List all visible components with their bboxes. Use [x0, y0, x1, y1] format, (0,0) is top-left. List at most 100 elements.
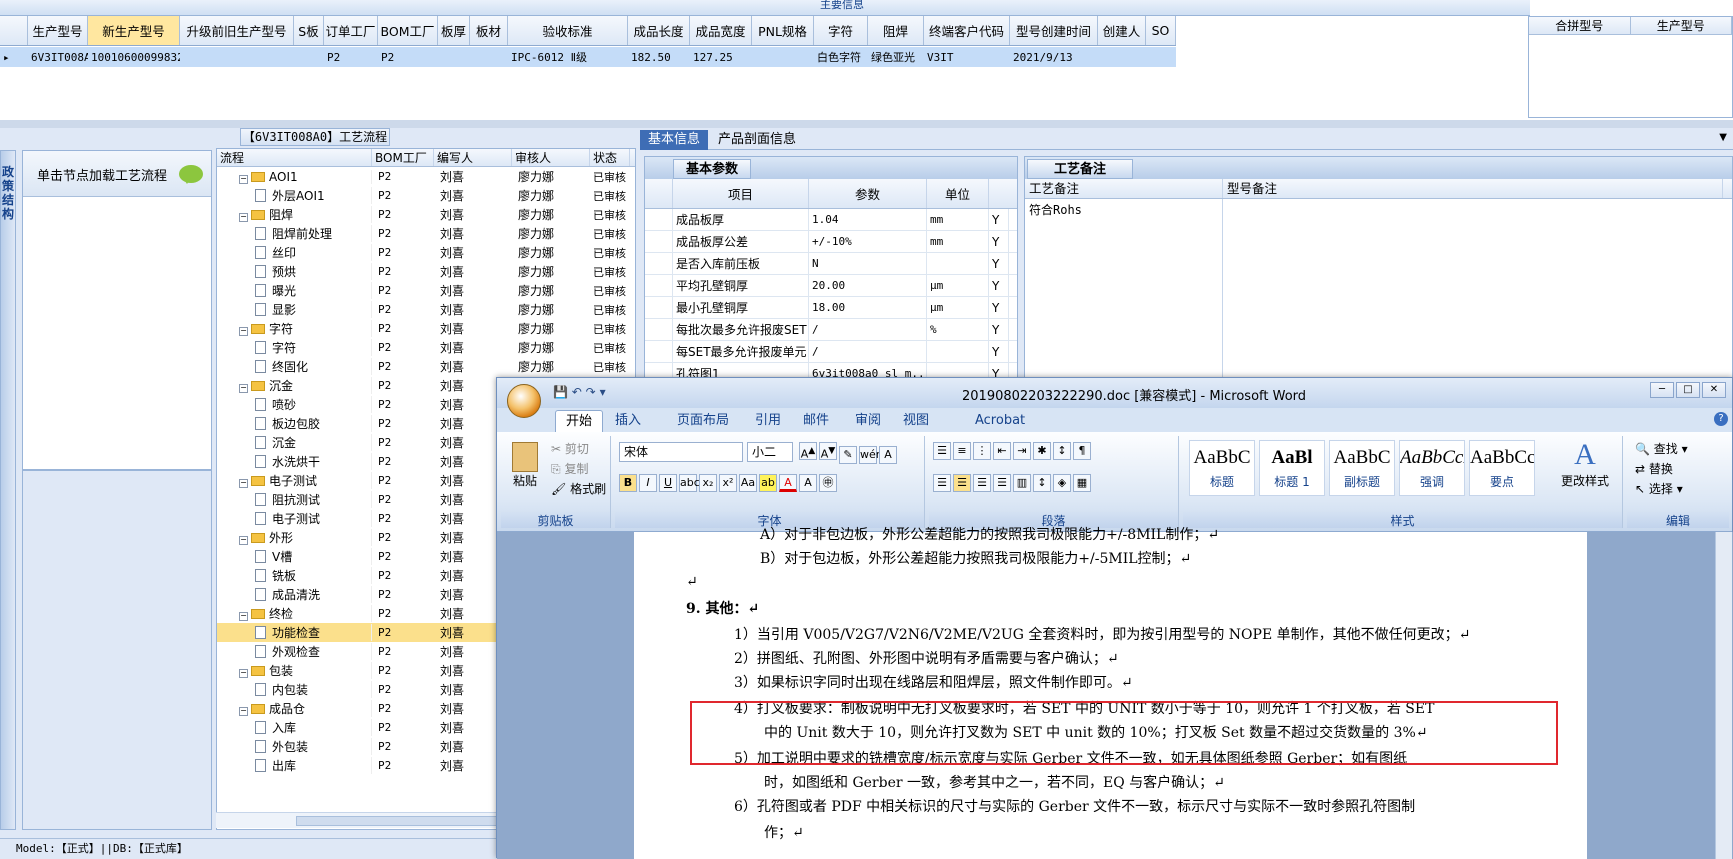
col-header[interactable]: 成品宽度	[690, 16, 752, 45]
justify-icon[interactable]: ☰	[993, 474, 1011, 492]
undo-icon[interactable]: ↶	[572, 385, 582, 399]
chevron-down-icon[interactable]: ▼	[1719, 132, 1727, 143]
grid-cell[interactable]	[1098, 47, 1146, 67]
grid-cell[interactable]: 白色字符	[814, 47, 868, 67]
ribbon-tab[interactable]: 开始	[555, 410, 604, 432]
collapse-icon[interactable]: −	[239, 327, 248, 336]
borders-icon[interactable]: ▦	[1073, 474, 1091, 492]
col-header[interactable]: 成品长度	[628, 16, 690, 45]
char-border-icon[interactable]: A	[879, 445, 897, 464]
col-header[interactable]: 验收标准	[508, 16, 628, 45]
multilevel-list-icon[interactable]: ⋮	[973, 442, 991, 460]
main-grid-row[interactable]: ▸ 6V3IT008A010010600099832 P2P2 IPC-6012 Ⅱ级…	[0, 47, 1176, 67]
save-icon[interactable]: 💾	[553, 385, 568, 399]
tree-row[interactable]: 显影 P2 刘喜 廖力娜 已审核	[217, 300, 635, 319]
show-marks-icon[interactable]: ¶	[1073, 442, 1091, 460]
collapse-icon[interactable]: −	[239, 707, 248, 716]
tree-row[interactable]: 曝光 P2 刘喜 廖力娜 已审核	[217, 281, 635, 300]
strikethrough-icon[interactable]: abc	[679, 474, 700, 492]
collapse-icon[interactable]: −	[239, 536, 248, 545]
char-shading-icon[interactable]: A	[799, 474, 817, 492]
flow-col-header[interactable]: 编写人	[434, 149, 512, 166]
align-right-icon[interactable]: ☰	[973, 474, 991, 492]
highlight-icon[interactable]: ab	[759, 474, 777, 492]
horizontal-splitter[interactable]	[0, 120, 1733, 128]
tree-row[interactable]: 丝印 P2 刘喜 廖力娜 已审核	[217, 243, 635, 262]
bullets-icon[interactable]: ☰	[933, 442, 951, 460]
cut-button[interactable]: ✂ 剪切	[551, 440, 589, 457]
align-center-icon[interactable]: ☰	[953, 474, 971, 492]
numbering-icon[interactable]: ≡	[953, 442, 971, 460]
font-size-combo[interactable]: 小二	[747, 442, 793, 462]
phonetic-icon[interactable]: wén	[859, 445, 883, 464]
collapse-icon[interactable]: −	[239, 384, 248, 393]
style-gallery-item[interactable]: AaBbC 副标题	[1329, 440, 1395, 496]
ribbon-tab[interactable]: 审阅	[845, 410, 891, 432]
collapse-icon[interactable]: −	[239, 174, 248, 184]
grid-cell[interactable]: P2	[378, 47, 438, 67]
node-hint-title[interactable]: 单击节点加载工艺流程	[23, 151, 211, 197]
ribbon-tab[interactable]: 邮件	[793, 410, 839, 432]
param-row[interactable]: 是否入库前压板 N Y	[645, 253, 1017, 275]
decrease-indent-icon[interactable]: ⇤	[993, 442, 1011, 460]
grid-cell[interactable]: 绿色亚光	[868, 47, 924, 67]
tree-row[interactable]: 预烘 P2 刘喜 廖力娜 已审核	[217, 262, 635, 281]
col-header[interactable]: 生产型号	[28, 16, 88, 45]
grid-cell[interactable]	[438, 47, 470, 67]
style-gallery-item[interactable]: AaBbC 标题	[1189, 440, 1255, 496]
col-header[interactable]: BOM工厂	[378, 16, 438, 45]
param-row[interactable]: 成品板厚公差 +/-10% mm Y	[645, 231, 1017, 253]
replace-button[interactable]: ⇄ 替换	[1635, 460, 1673, 477]
col-header[interactable]: 阻焊	[868, 16, 924, 45]
grid-cell[interactable]: 2021/9/13	[1010, 47, 1098, 67]
col-header[interactable]: 型号创建时间	[1010, 16, 1098, 45]
enclose-char-icon[interactable]: ㊥	[819, 474, 837, 492]
param-row[interactable]: 每批次最多允许报废SET /% Y	[645, 319, 1017, 341]
col-header[interactable]: 升级前旧生产型号	[180, 16, 294, 45]
flow-col-header[interactable]: 流程	[217, 149, 372, 166]
document-page[interactable]: A）对于非包边板，外形公差超能力的按照我司极限能力+/-8MIL制作；↵ B）对于…	[634, 527, 1587, 859]
redo-icon[interactable]: ↷	[586, 385, 596, 399]
grid-cell[interactable]: 127.25	[690, 47, 752, 67]
tab-basic-info[interactable]: 基本信息	[640, 130, 709, 150]
collapse-icon[interactable]: −	[239, 612, 248, 621]
basic-params-title[interactable]: 基本参数	[673, 159, 752, 179]
maximize-icon[interactable]: □	[1676, 382, 1700, 398]
style-gallery-item[interactable]: AaBbCcD 强调	[1399, 440, 1465, 496]
param-row[interactable]: 每SET最多允许报废单元 / Y	[645, 341, 1017, 363]
col-header[interactable]: 字符	[814, 16, 868, 45]
office-button-icon[interactable]	[507, 384, 541, 418]
customize-qat-icon[interactable]: ▾	[600, 385, 606, 399]
tree-row[interactable]: 终固化 P2 刘喜 廖力娜 已审核	[217, 357, 635, 376]
shading-icon[interactable]: ◈	[1053, 474, 1071, 492]
format-painter-button[interactable]: 🖌 格式刷	[551, 480, 606, 497]
font-name-combo[interactable]: 宋体	[619, 442, 743, 462]
grow-font-icon[interactable]: A▲	[799, 442, 817, 461]
italic-icon[interactable]: I	[639, 474, 657, 492]
col-header[interactable]: SO	[1146, 16, 1176, 45]
copy-button[interactable]: ⎘ 复制	[551, 460, 588, 477]
process-note-title[interactable]: 工艺备注	[1027, 159, 1134, 179]
tree-row[interactable]: 外层AOI1 P2 刘喜 廖力娜 已审核	[217, 186, 635, 205]
help-icon[interactable]: ?	[1714, 412, 1728, 426]
grid-cell[interactable]: 182.50	[628, 47, 690, 67]
col-header[interactable]: S板	[294, 16, 324, 45]
find-button[interactable]: 🔍 查找 ▾	[1635, 440, 1688, 457]
underline-icon[interactable]: U	[659, 474, 677, 492]
tab-product-profile[interactable]: 产品剖面信息	[710, 130, 804, 150]
minimize-icon[interactable]: ─	[1650, 382, 1674, 398]
tree-row[interactable]: 阻焊前处理 P2 刘喜 廖力娜 已审核	[217, 224, 635, 243]
grid-cell[interactable]	[752, 47, 814, 67]
grid-cell[interactable]: 6V3IT008A0	[28, 47, 88, 67]
document-vertical-scrollbar[interactable]	[1715, 532, 1732, 859]
style-gallery-item[interactable]: AaBbCcD 要点	[1469, 440, 1535, 496]
ribbon-tab[interactable]: Acrobat	[965, 410, 1035, 432]
line-spacing-icon[interactable]: ↕	[1033, 474, 1051, 492]
col-header[interactable]: 创建人	[1098, 16, 1146, 45]
sort-icon[interactable]: ↕	[1053, 442, 1071, 460]
param-row[interactable]: 最小孔壁铜厚 18.00 μm Y	[645, 297, 1017, 319]
flow-col-header[interactable]: BOM工厂	[372, 149, 434, 166]
increase-indent-icon[interactable]: ⇥	[1013, 442, 1031, 460]
shrink-font-icon[interactable]: A▼	[819, 442, 837, 461]
grid-cell[interactable]: 10010600099832	[88, 47, 180, 67]
